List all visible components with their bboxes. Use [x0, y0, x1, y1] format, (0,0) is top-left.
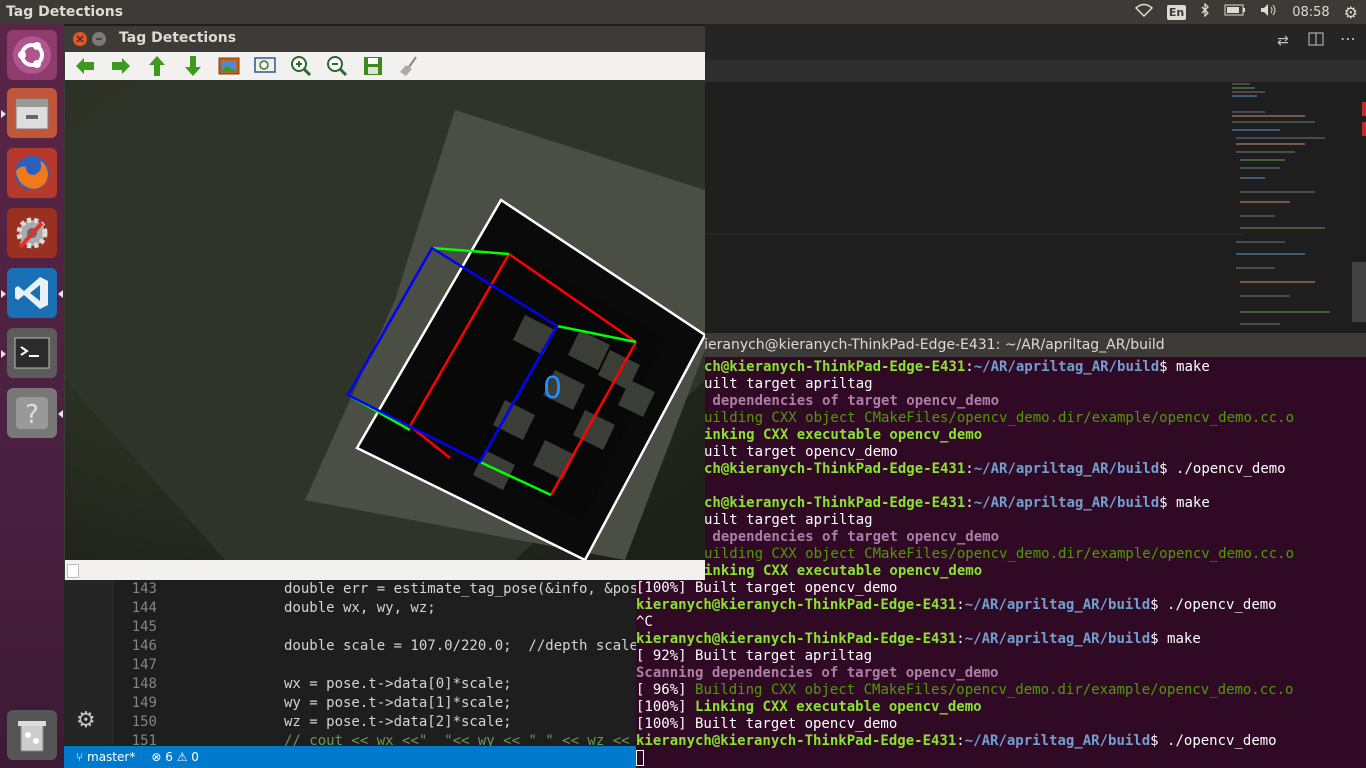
terminal-line: ch@kieranych-ThinkPad-Edge-E431:~/AR/apr…	[704, 495, 1210, 511]
wifi-icon[interactable]	[1134, 3, 1153, 21]
volume-icon[interactable]	[1260, 3, 1278, 21]
git-branch[interactable]: ⑂ master*	[76, 750, 135, 764]
active-window-title: Tag Detections	[6, 4, 124, 20]
running-indicator	[1, 290, 6, 298]
status-bar: ⑂ master* ⊗ 6 ⚠ 0	[64, 746, 636, 768]
code-line: 146 double scale = 107.0/220.0; //depth s…	[131, 638, 639, 654]
terminal-line: [100%] Built target opencv_demo	[636, 716, 898, 732]
terminal-line: inking CXX executable opencv_demo	[704, 563, 983, 579]
running-indicator	[1, 350, 6, 358]
launcher: ?	[0, 24, 64, 768]
close-icon[interactable]	[73, 32, 87, 46]
terminal-line: kieranych@kieranych-ThinkPad-Edge-E431:~…	[636, 631, 1201, 647]
image-icon[interactable]	[217, 55, 241, 77]
up-arrow-icon[interactable]	[145, 55, 169, 77]
terminal-line: [ 96%] Building CXX object CMakeFiles/op…	[636, 682, 1294, 698]
split-editor-icon[interactable]	[1308, 31, 1324, 51]
code-line: 150 wz = pose.t->data[2]*scale;	[131, 714, 512, 730]
window-title: Tag Detections	[119, 30, 237, 46]
code-line: 144 double wx, wy, wz;	[131, 600, 436, 616]
code-line: 143 double err = estimate_tag_pose(&info,…	[131, 581, 639, 597]
clear-icon[interactable]	[397, 55, 421, 77]
terminal-cursor	[636, 750, 644, 766]
firefox-icon[interactable]	[7, 148, 57, 198]
zoom-in-icon[interactable]	[289, 55, 313, 77]
error-icon: ⊗	[151, 750, 162, 764]
window-titlebar: Tag Detections	[64, 26, 705, 52]
zoom-fit-icon[interactable]	[253, 55, 277, 77]
terminal-line: [ 92%] Built target apriltag	[636, 648, 873, 664]
code-editor[interactable]: 143 double err = estimate_tag_pose(&info,…	[114, 580, 639, 749]
code-line: 145	[131, 619, 157, 635]
warning-icon: ⚠	[176, 750, 188, 764]
trash-icon[interactable]	[7, 710, 57, 760]
horizontal-scrollbar[interactable]	[65, 560, 705, 580]
scrollbar-thumb[interactable]	[67, 564, 79, 578]
terminal-line: kieranych@kieranych-ThinkPad-Edge-E431:~…	[636, 597, 1277, 613]
terminal-icon[interactable]	[7, 328, 57, 378]
image-viewer-toolbar	[65, 52, 705, 80]
svg-text:?: ?	[25, 400, 39, 430]
bluetooth-icon[interactable]	[1200, 2, 1210, 21]
terminal-line: uilt target opencv_demo	[704, 444, 898, 460]
vscode-icon[interactable]	[7, 268, 57, 318]
editor-area	[705, 82, 1366, 333]
system-settings-icon[interactable]	[7, 208, 57, 258]
terminal-title-bar: kieranych@kieranych-ThinkPad-Edge-E431: …	[636, 333, 1366, 357]
terminal-line: ^C	[636, 614, 653, 630]
files-icon[interactable]	[7, 88, 57, 138]
focused-indicator	[58, 290, 63, 298]
terminal-line: [100%] Linking CXX executable opencv_dem…	[636, 699, 982, 715]
running-indicator	[1, 110, 6, 118]
battery-icon[interactable]	[1224, 4, 1246, 20]
tag-id-label: 0	[543, 371, 562, 406]
terminal-line: uilding CXX object CMakeFiles/opencv_dem…	[704, 546, 1295, 562]
terminal-line: uilt target apriltag	[704, 512, 873, 528]
code-line: 149 wy = pose.t->data[1]*scale;	[131, 695, 512, 711]
focused-indicator	[58, 410, 63, 418]
problems-indicator[interactable]: ⊗ 6 ⚠ 0	[151, 750, 199, 764]
terminal-line: dependencies of target opencv_demo	[704, 529, 1000, 545]
tag-detections-window: Tag Detections 0	[64, 26, 705, 580]
camera-image[interactable]: 0	[65, 80, 705, 560]
terminal-line: uilding CXX object CMakeFiles/opencv_dem…	[704, 410, 1295, 426]
minimap[interactable]	[705, 82, 1366, 333]
system-tray: En 08:58 ⚙	[1134, 0, 1358, 24]
terminal-line: inking CXX executable opencv_demo	[704, 427, 983, 443]
terminal-line: uilt target apriltag	[704, 376, 873, 392]
code-line: 147	[131, 657, 157, 673]
terminal-output[interactable]: ch@kieranych-ThinkPad-Edge-E431:~/AR/apr…	[636, 357, 1366, 768]
terminal-line: dependencies of target opencv_demo	[704, 393, 1000, 409]
zoom-out-icon[interactable]	[325, 55, 349, 77]
top-panel: Tag Detections En 08:58 ⚙	[0, 0, 1366, 24]
code-line: 148 wx = pose.t->data[0]*scale;	[131, 676, 512, 692]
forward-arrow-icon[interactable]	[109, 55, 133, 77]
terminal-line: ch@kieranych-ThinkPad-Edge-E431:~/AR/apr…	[704, 461, 1286, 477]
down-arrow-icon[interactable]	[181, 55, 205, 77]
more-actions-icon[interactable]: ⋯	[1340, 29, 1356, 48]
ubuntu-dash-icon[interactable]	[7, 30, 57, 80]
terminal-line: kieranych@kieranych-ThinkPad-Edge-E431:~…	[636, 733, 1277, 749]
back-arrow-icon[interactable]	[73, 55, 97, 77]
vscode-title-area: ⇄ ⋯	[705, 24, 1366, 60]
vscode-tab-bar	[705, 60, 1366, 82]
settings-gear-icon[interactable]: ⚙	[1344, 3, 1358, 22]
terminal-line: [100%] Built target opencv_demo	[636, 580, 898, 596]
compare-icon[interactable]: ⇄	[1277, 33, 1289, 49]
clock[interactable]: 08:58	[1292, 5, 1329, 20]
terminal-line: Scanning dependencies of target opencv_d…	[636, 665, 999, 681]
keyboard-layout-indicator[interactable]: En	[1166, 4, 1187, 20]
help-icon[interactable]: ?	[7, 388, 57, 438]
save-icon[interactable]	[361, 55, 385, 77]
minimize-icon[interactable]	[92, 32, 106, 46]
manage-gear-icon[interactable]: ⚙	[76, 708, 96, 733]
terminal-line: ch@kieranych-ThinkPad-Edge-E431:~/AR/apr…	[704, 359, 1210, 375]
